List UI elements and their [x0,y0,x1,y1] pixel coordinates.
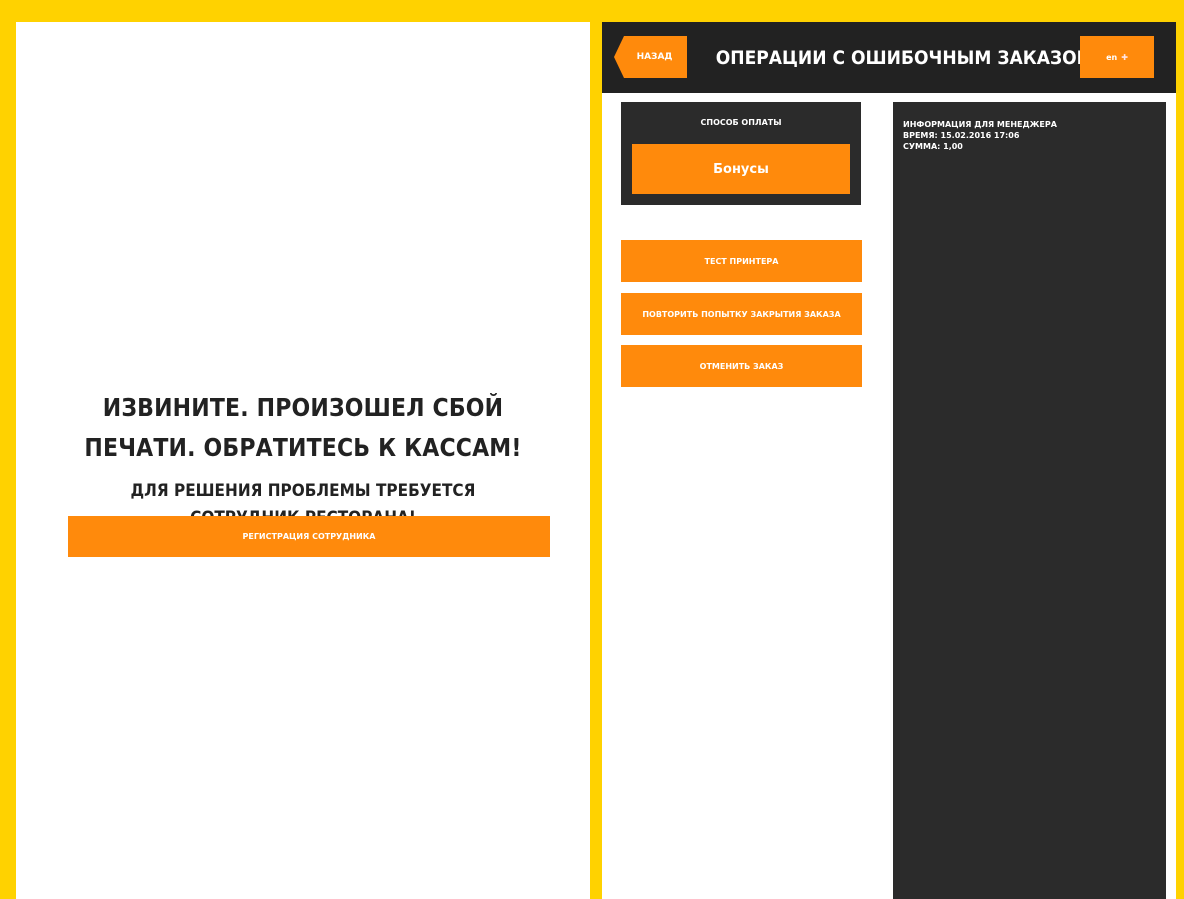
manager-screen: НАЗАД ОПЕРАЦИИ С ОШИБОЧНЫМ ЗАКАЗОМ en ✚ … [602,22,1176,899]
retry-close-order-button[interactable]: ПОВТОРИТЬ ПОПЫТКУ ЗАКРЫТИЯ ЗАКАЗА [621,293,862,335]
language-label: en [1106,52,1118,62]
payment-method-label: СПОСОБ ОПЛАТЫ [700,118,782,127]
error-subtitle-line1: ДЛЯ РЕШЕНИЯ ПРОБЛЕМЫ ТРЕБУЕТСЯ [130,481,476,501]
back-button[interactable]: НАЗАД [614,36,687,78]
register-employee-button[interactable]: РЕГИСТРАЦИЯ СОТРУДНИКА [68,516,550,557]
frame-border-middle [590,0,602,899]
test-printer-button[interactable]: ТЕСТ ПРИНТЕРА [621,240,862,282]
uk-flag-icon: ✚ [1121,52,1128,62]
manager-info-sum: СУММА: 1,00 [903,142,963,151]
payment-method-box: СПОСОБ ОПЛАТЫ Бонусы [621,102,861,205]
kiosk-frame: ИЗВИНИТЕ. ПРОИЗОШЕЛ СБОЙ ПЕЧАТИ. ОБРАТИТ… [0,0,1184,899]
frame-border-left [0,0,16,899]
error-title-line2: ПЕЧАТИ. ОБРАТИТЕСЬ К КАССАМ! [84,433,522,462]
manager-info-panel: ИНФОРМАЦИЯ ДЛЯ МЕНЕДЖЕРА ВРЕМЯ: 15.02.20… [893,102,1166,899]
error-title: ИЗВИНИТЕ. ПРОИЗОШЕЛ СБОЙ ПЕЧАТИ. ОБРАТИТ… [50,388,555,468]
frame-border-right [1176,0,1184,899]
cancel-order-button[interactable]: ОТМЕНИТЬ ЗАКАЗ [621,345,862,387]
top-bar: НАЗАД ОПЕРАЦИИ С ОШИБОЧНЫМ ЗАКАЗОМ en ✚ [602,22,1176,93]
language-button[interactable]: en ✚ [1080,36,1154,78]
customer-screen: ИЗВИНИТЕ. ПРОИЗОШЕЛ СБОЙ ПЕЧАТИ. ОБРАТИТ… [16,22,590,899]
page-title: ОПЕРАЦИИ С ОШИБОЧНЫМ ЗАКАЗОМ [715,47,1094,69]
manager-info-time: ВРЕМЯ: 15.02.2016 17:06 [903,131,1020,140]
error-title-line1: ИЗВИНИТЕ. ПРОИЗОШЕЛ СБОЙ [102,393,504,422]
payment-method-button[interactable]: Бонусы [632,144,850,194]
manager-info-heading: ИНФОРМАЦИЯ ДЛЯ МЕНЕДЖЕРА [903,120,1057,129]
manager-info-text: ИНФОРМАЦИЯ ДЛЯ МЕНЕДЖЕРА ВРЕМЯ: 15.02.20… [903,119,1057,152]
